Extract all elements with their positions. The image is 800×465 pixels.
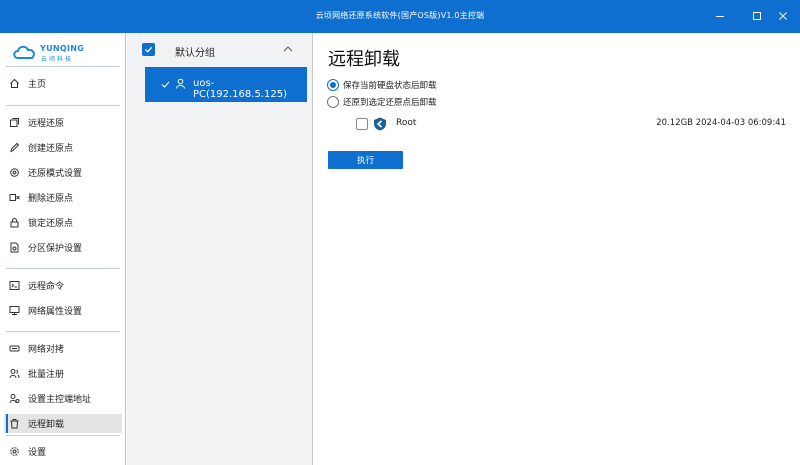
server-address-icon — [9, 393, 20, 404]
nav-batch-register[interactable]: 批量注册 — [4, 364, 122, 383]
divider — [6, 331, 120, 332]
option-keep-current[interactable]: 保存当前硬盘状态后卸载 — [327, 77, 437, 93]
sidebar: YUNQING 云顷科技 主页 远程还原 创建还原点 还原模式设置 删除还原点 … — [0, 33, 126, 465]
disk-checkbox[interactable] — [356, 118, 368, 130]
nav-label: 分区保护设置 — [28, 244, 83, 254]
nav-server-address[interactable]: 设置主控端地址 — [4, 389, 122, 408]
minimize-icon — [716, 16, 724, 17]
user-icon — [176, 78, 185, 89]
option-label: 还原到选定还原点后卸载 — [343, 98, 437, 108]
maximize-icon — [753, 12, 761, 20]
disk-info: 20.12GB 2024-04-03 06:09:41 — [656, 118, 786, 128]
delete-restore-point-icon — [9, 192, 20, 203]
radio-button-selected[interactable] — [327, 79, 339, 91]
nav-label: 创建还原点 — [28, 144, 74, 154]
logo: YUNQING 云顷科技 — [12, 41, 122, 65]
minimize-button[interactable] — [712, 8, 728, 24]
network-settings-icon — [9, 305, 20, 316]
network-copy-icon — [9, 343, 20, 354]
nav-label: 主页 — [28, 80, 47, 90]
checkmark-icon — [161, 81, 170, 88]
nav-label: 设置主控端地址 — [28, 395, 92, 405]
lock-icon — [9, 217, 20, 228]
active-indicator — [6, 414, 8, 433]
nav-delete-restore-point[interactable]: 删除还原点 — [4, 188, 122, 207]
option-label: 保存当前硬盘状态后卸载 — [343, 81, 437, 91]
nav-label: 删除还原点 — [28, 194, 74, 204]
nav-home[interactable]: 主页 — [4, 74, 122, 93]
disk-row: Root 20.12GB 2024-04-03 06:09:41 — [356, 115, 796, 133]
radio-button[interactable] — [327, 96, 339, 108]
host-item[interactable]: uos-PC(192.168.5.125) — [145, 67, 307, 102]
chevron-up-icon — [283, 46, 293, 52]
group-checkbox[interactable] — [142, 43, 155, 56]
close-button[interactable] — [775, 8, 791, 24]
nav-remote-command[interactable]: 远程命令 — [4, 276, 122, 295]
create-restore-point-icon — [9, 142, 20, 153]
nav-label: 还原模式设置 — [28, 169, 83, 179]
divider — [6, 66, 120, 67]
uninstall-icon — [9, 418, 20, 429]
logo-brand: YUNQING — [40, 44, 85, 53]
checkmark-icon — [145, 46, 153, 53]
nav-remote-uninstall[interactable]: 远程卸载 — [4, 414, 122, 433]
title-bar: 云顷网络还原系统软件(国产OS版)V1.0主控端 — [0, 0, 800, 33]
group-name: 默认分组 — [175, 48, 215, 59]
group-panel: 默认分组 uos-PC(192.168.5.125) — [127, 33, 313, 465]
disk-name: Root — [396, 118, 417, 128]
option-restore-point[interactable]: 还原到选定还原点后卸载 — [327, 94, 437, 110]
nav-network-copy[interactable]: 网络对拷 — [4, 339, 122, 358]
cloud-logo-icon — [13, 45, 35, 59]
main-panel: 远程卸载 保存当前硬盘状态后卸载 还原到选定还原点后卸载 Root 20.12G… — [314, 33, 800, 465]
nav-label: 远程还原 — [28, 119, 65, 129]
divider — [6, 105, 120, 106]
nav-settings[interactable]: 设置 — [4, 442, 122, 461]
nav-create-restore-point[interactable]: 创建还原点 — [4, 138, 122, 157]
home-icon — [9, 78, 20, 89]
nav-restore-mode[interactable]: 还原模式设置 — [4, 163, 122, 182]
partition-protect-icon — [9, 242, 20, 253]
nav-label: 远程命令 — [28, 282, 65, 292]
nav-label: 设置 — [28, 448, 47, 458]
nav-label: 远程卸载 — [28, 420, 65, 430]
nav-partition-protect[interactable]: 分区保护设置 — [4, 238, 122, 257]
divider — [6, 435, 120, 436]
restore-mode-icon — [9, 167, 20, 178]
nav-label: 网络属性设置 — [28, 307, 83, 317]
window-title: 云顷网络还原系统软件(国产OS版)V1.0主控端 — [315, 11, 485, 20]
nav-label: 批量注册 — [28, 370, 65, 380]
maximize-button[interactable] — [749, 8, 765, 24]
nav-remote-restore[interactable]: 远程还原 — [4, 113, 122, 132]
page-title: 远程卸载 — [328, 49, 400, 70]
execute-button[interactable]: 执行 — [328, 151, 403, 169]
batch-register-icon — [9, 368, 20, 379]
terminal-icon — [9, 280, 20, 291]
group-header[interactable]: 默认分组 — [127, 33, 313, 67]
nav-label: 网络对拷 — [28, 345, 65, 355]
nav-lock-restore-point[interactable]: 锁定还原点 — [4, 213, 122, 232]
gear-icon — [9, 446, 20, 457]
divider — [6, 268, 120, 269]
host-name: uos-PC(192.168.5.125) — [193, 78, 287, 100]
nav-network-settings[interactable]: 网络属性设置 — [4, 301, 122, 320]
remote-restore-icon — [9, 117, 20, 128]
logo-subtitle: 云顷科技 — [41, 56, 74, 63]
shield-icon — [374, 117, 386, 131]
close-icon — [779, 12, 787, 20]
nav-label: 锁定还原点 — [28, 219, 74, 229]
